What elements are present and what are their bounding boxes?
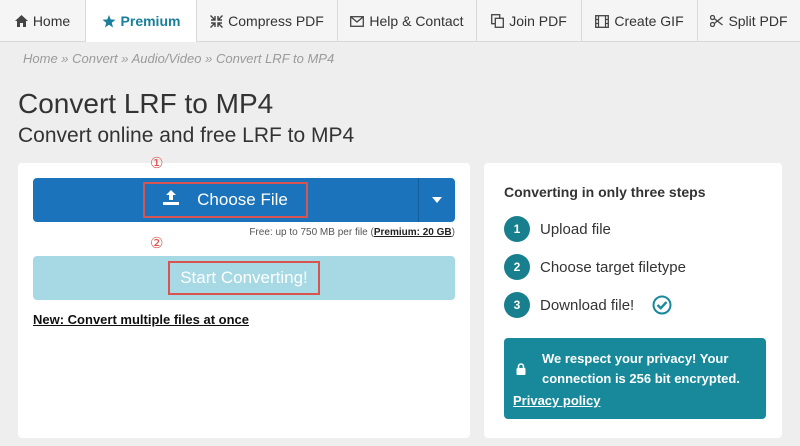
step-upload: 1 Upload file <box>504 216 611 242</box>
nav-split-label: Split PDF <box>728 13 788 29</box>
choose-file-group: Choose File <box>33 178 455 222</box>
step-download: 3 Download file! <box>504 292 672 318</box>
nav-home[interactable]: Home <box>0 0 86 42</box>
step-choose-filetype: 2 Choose target filetype <box>504 254 686 280</box>
limit-close: ) <box>451 227 455 238</box>
nav-gif-label: Create GIF <box>614 13 684 29</box>
steps-panel: Converting in only three steps 1 Upload … <box>484 163 782 438</box>
check-circle-icon <box>652 295 672 315</box>
breadcrumb[interactable]: Home » Convert » Audio/Video » Convert L… <box>23 51 334 66</box>
lock-icon <box>516 362 526 380</box>
nav-home-label: Home <box>32 13 71 29</box>
film-icon <box>595 14 610 28</box>
annotation-marker-1: ① <box>150 155 164 172</box>
privacy-policy-link[interactable]: Privacy policy <box>513 393 600 408</box>
choose-file-highlight: Choose File <box>143 182 308 218</box>
envelope-icon <box>350 15 365 27</box>
compress-icon <box>210 14 224 28</box>
home-icon <box>14 15 28 27</box>
choose-file-label: Choose File <box>197 190 288 209</box>
top-nav: Home Premium Compress PDF Help & Contact… <box>0 0 800 42</box>
nav-compress-pdf[interactable]: Compress PDF <box>197 0 338 42</box>
scissors-icon <box>710 15 724 27</box>
nav-premium[interactable]: Premium <box>86 0 197 42</box>
nav-create-gif[interactable]: Create GIF <box>582 0 698 42</box>
caret-down-icon <box>432 197 442 203</box>
page-title: Convert LRF to MP4 <box>18 88 274 119</box>
nav-help-contact[interactable]: Help & Contact <box>338 0 477 42</box>
nav-compress-label: Compress PDF <box>228 13 324 29</box>
file-size-limit: Free: up to 750 MB per file (Premium: 20… <box>249 227 455 238</box>
step-label: Download file! <box>540 296 635 314</box>
start-converting-label: Start Converting! <box>168 261 320 295</box>
upload-source-dropdown[interactable] <box>419 178 455 222</box>
copy-icon <box>491 14 505 28</box>
step-label: Choose target filetype <box>540 258 686 276</box>
privacy-notice: We respect your privacy! Your connection… <box>504 338 766 419</box>
premium-limit-link[interactable]: Premium: 20 GB <box>374 227 452 238</box>
step-number: 2 <box>504 254 530 280</box>
step-label: Upload file <box>540 220 611 238</box>
nav-help-label: Help & Contact <box>369 13 464 29</box>
privacy-text: We respect your privacy! Your connection… <box>542 351 740 386</box>
nav-split-pdf[interactable]: Split PDF <box>698 0 800 42</box>
star-icon <box>102 14 116 28</box>
multiple-files-link[interactable]: New: Convert multiple files at once <box>33 312 249 327</box>
annotation-marker-2: ② <box>150 235 164 252</box>
limit-text: Free: up to 750 MB per file ( <box>249 227 374 238</box>
page-subtitle: Convert online and free LRF to MP4 <box>18 124 355 147</box>
upload-panel: ① Choose File Free: up to 750 MB per fil… <box>18 155 470 438</box>
choose-file-button[interactable]: Choose File <box>33 178 419 222</box>
upload-icon <box>163 190 180 210</box>
nav-join-label: Join PDF <box>509 13 567 29</box>
start-converting-button[interactable]: Start Converting! <box>33 256 455 300</box>
nav-premium-label: Premium <box>120 13 181 29</box>
step-number: 1 <box>504 216 530 242</box>
nav-join-pdf[interactable]: Join PDF <box>477 0 582 42</box>
steps-title: Converting in only three steps <box>504 184 706 200</box>
step-number: 3 <box>504 292 530 318</box>
